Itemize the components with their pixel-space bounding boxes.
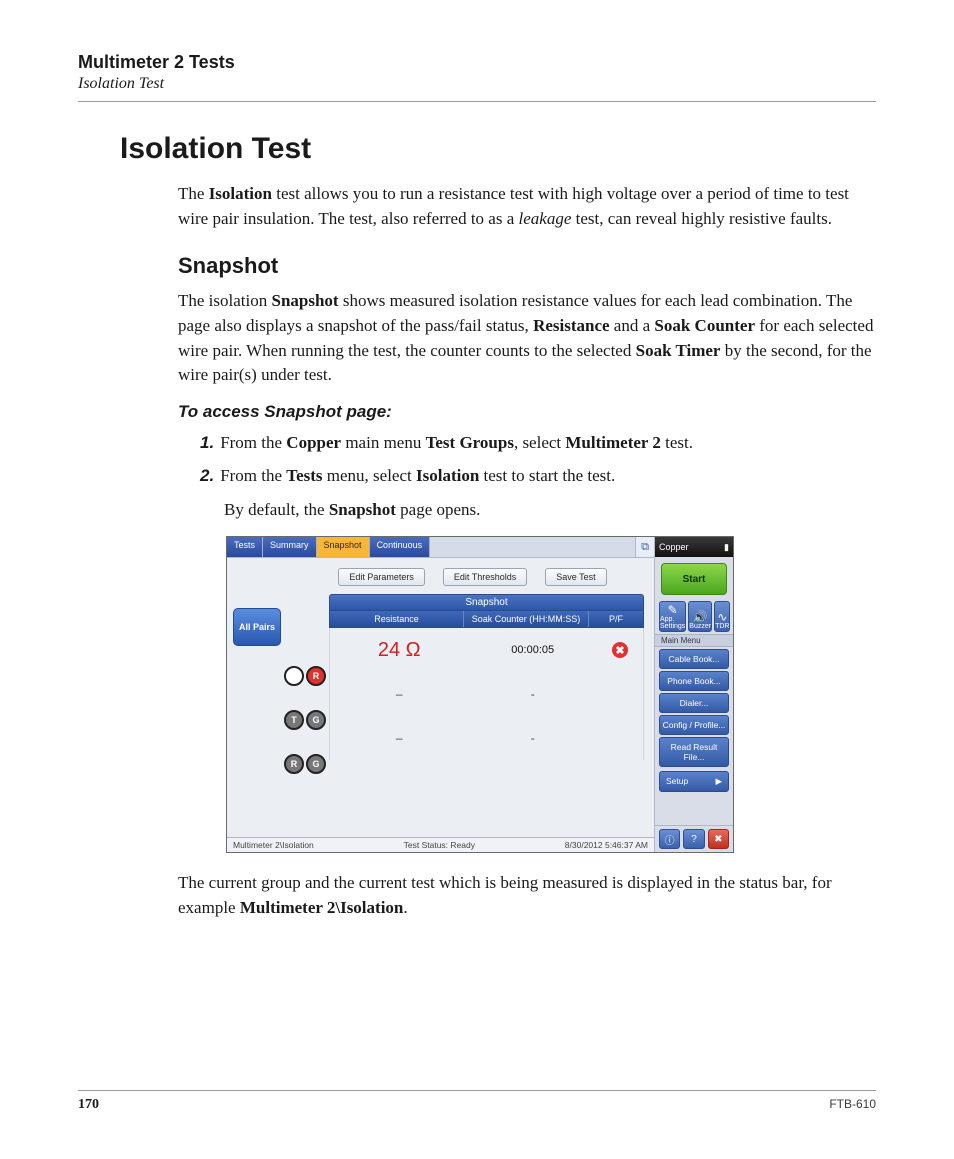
header-rule <box>78 101 876 102</box>
lead-r-icon: R <box>306 666 326 686</box>
all-pairs-button[interactable]: All Pairs <box>233 608 281 646</box>
app-settings-icon: ✎ <box>668 604 678 616</box>
cell-resistance: – <box>330 687 468 701</box>
side-item-setup[interactable]: Setup▶ <box>659 771 729 792</box>
save-test-button[interactable]: Save Test <box>545 568 606 586</box>
cell-soak: 00:00:05 <box>468 644 597 656</box>
table-header: Resistance Soak Counter (HH:MM:SS) P/F <box>329 610 644 628</box>
tab-tests[interactable]: Tests <box>227 537 263 557</box>
intro-paragraph: The Isolation test allows you to run a r… <box>178 182 876 231</box>
cell-soak: - <box>468 687 597 701</box>
side-item-read-result-file[interactable]: Read Result File... <box>659 737 729 767</box>
running-chapter: Multimeter 2 Tests <box>78 52 876 73</box>
status-bar: Multimeter 2\Isolation Test Status: Read… <box>227 837 654 852</box>
table-title: Snapshot <box>329 594 644 610</box>
closing-paragraph: The current group and the current test w… <box>178 871 876 920</box>
table-row: –- <box>329 672 644 716</box>
page-footer: 170 FTB-610 <box>78 1090 876 1113</box>
help-icon[interactable]: ⧉ <box>635 537 654 557</box>
side-item-phone-book[interactable]: Phone Book... <box>659 671 729 691</box>
fail-icon: ✖ <box>612 642 628 658</box>
running-section: Isolation Test <box>78 75 876 93</box>
battery-icon: ▮ <box>724 542 729 553</box>
lead-r-icon: R <box>284 754 304 774</box>
buzzer-icon: 🔊 <box>693 611 708 623</box>
edit-thresholds-button[interactable]: Edit Thresholds <box>443 568 527 586</box>
cell-pf: ✖ <box>597 642 643 658</box>
tab-continuous[interactable]: Continuous <box>370 537 431 557</box>
snapshot-paragraph: The isolation Snapshot shows measured is… <box>178 289 876 388</box>
tdr-icon: ∿ <box>717 611 727 623</box>
procedure-heading: To access Snapshot page: <box>178 402 876 422</box>
help-button[interactable]: ? <box>683 829 704 849</box>
snapshot-screenshot: Tests Summary Snapshot Continuous ⧉ Edit… <box>226 536 734 853</box>
side-icon-buzzer[interactable]: 🔊Buzzer <box>688 601 712 632</box>
info-button[interactable]: ⓘ <box>659 829 680 849</box>
toolbar: Edit Parameters Edit Thresholds Save Tes… <box>227 558 654 594</box>
lead-pair: RG <box>281 742 329 786</box>
lead-pair: TG <box>281 698 329 742</box>
side-quick-icons: ✎App. Settings🔊Buzzer∿TDR <box>659 601 729 632</box>
doc-code: FTB-610 <box>829 1097 876 1113</box>
start-button[interactable]: Start <box>661 563 727 595</box>
side-bottom-bar: ⓘ ? ✖ <box>655 825 733 852</box>
side-menu-heading: Main Menu <box>655 634 733 647</box>
step-2-note: By default, the Snapshot page opens. <box>224 497 876 523</box>
side-item-cable-book[interactable]: Cable Book... <box>659 649 729 669</box>
edit-parameters-button[interactable]: Edit Parameters <box>338 568 425 586</box>
cell-soak: - <box>468 731 597 745</box>
side-item-dialer[interactable]: Dialer... <box>659 693 729 713</box>
tab-summary[interactable]: Summary <box>263 537 317 557</box>
status-path: Multimeter 2\Isolation <box>233 840 314 850</box>
col-pf: P/F <box>589 611 643 627</box>
col-soak: Soak Counter (HH:MM:SS) <box>464 611 589 627</box>
side-header: Copper▮ <box>655 537 733 557</box>
lead-t-icon: T <box>284 666 304 686</box>
side-icon-tdr[interactable]: ∿TDR <box>714 601 730 632</box>
chevron-right-icon: ▶ <box>715 776 722 787</box>
tab-snapshot[interactable]: Snapshot <box>317 537 370 557</box>
page-title: Isolation Test <box>120 132 876 166</box>
lead-column: TRTGRG <box>281 594 329 837</box>
status-time: 8/30/2012 5:46:37 AM <box>565 840 648 850</box>
side-icon-app-settings[interactable]: ✎App. Settings <box>659 601 686 632</box>
cell-resistance: – <box>330 731 468 745</box>
lead-pair: TR <box>281 654 329 698</box>
procedure-steps: 1.From the Copper main menu Test Groups,… <box>200 430 876 523</box>
step-2: 2.From the Tests menu, select Isolation … <box>200 463 876 522</box>
lead-g-icon: G <box>306 754 326 774</box>
lead-g-icon: G <box>306 710 326 730</box>
cell-resistance: 24 Ω <box>330 639 468 662</box>
snapshot-heading: Snapshot <box>178 253 876 279</box>
status-state: Test Status: Ready <box>404 840 475 850</box>
side-item-config-profile[interactable]: Config / Profile... <box>659 715 729 735</box>
page-number: 170 <box>78 1097 99 1113</box>
table-row: 24 Ω00:00:05 ✖ <box>329 628 644 672</box>
close-button[interactable]: ✖ <box>708 829 729 849</box>
col-resistance: Resistance <box>330 611 464 627</box>
lead-t-icon: T <box>284 710 304 730</box>
tab-bar: Tests Summary Snapshot Continuous ⧉ <box>227 537 654 558</box>
step-1: 1.From the Copper main menu Test Groups,… <box>200 430 876 456</box>
table-row: –- <box>329 716 644 760</box>
